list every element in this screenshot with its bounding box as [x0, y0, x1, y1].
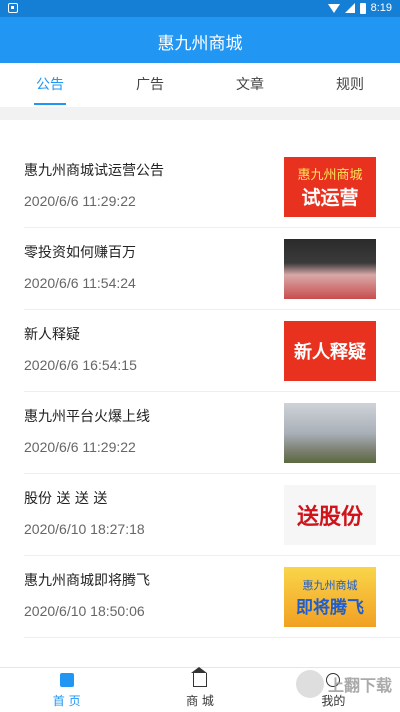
item-thumbnail: [284, 403, 376, 463]
list-item[interactable]: 零投资如何赚百万 2020/6/6 11:54:24: [24, 228, 400, 310]
item-time: 2020/6/6 11:29:22: [24, 193, 136, 209]
battery-icon: [359, 2, 366, 14]
app-header: 惠九州商城: [0, 17, 400, 63]
status-icons: 8:19: [327, 2, 392, 14]
nav-home-label: 首 页: [52, 694, 81, 708]
thumb-text-line2: 试运营: [301, 187, 359, 209]
tab-ads[interactable]: 广告: [100, 63, 200, 107]
tab-bar: 公告 广告 文章 规则: [0, 63, 400, 107]
watermark-logo-icon: [295, 670, 324, 698]
nav-shop-label: 商 城: [186, 694, 214, 708]
item-thumbnail: 送股份: [284, 485, 376, 545]
item-time: 2020/6/10 18:50:06: [24, 603, 145, 619]
list-item[interactable]: 新人释疑 2020/6/6 16:54:15 新人释疑: [24, 310, 400, 392]
item-title: 零投资如何赚百万: [24, 245, 136, 261]
item-title: 惠九州平台火爆上线: [24, 409, 150, 425]
status-bar: 8:19: [0, 0, 400, 17]
list-item[interactable]: 惠九州商城试运营公告 2020/6/6 11:29:22 惠九州商城 试运营: [24, 146, 400, 228]
tab-rules[interactable]: 规则: [300, 63, 400, 107]
item-time: 2020/6/6 11:29:22: [24, 439, 136, 455]
home-icon: [59, 673, 74, 687]
watermark: 上翻下载: [295, 670, 392, 698]
item-title: 惠九州商城即将腾飞: [24, 573, 150, 589]
section-divider: [0, 107, 400, 120]
item-thumbnail: [284, 239, 376, 299]
wifi-icon: [327, 3, 340, 13]
nav-shop[interactable]: 商 城: [133, 667, 266, 712]
item-thumbnail: 新人释疑: [284, 321, 376, 381]
list-item[interactable]: 惠九州平台火爆上线 2020/6/6 11:29:22: [24, 392, 400, 474]
signal-icon: [344, 3, 355, 13]
item-title: 股份 送 送 送: [24, 491, 108, 507]
thumb-text-line1: 惠九州商城: [302, 578, 358, 592]
item-title: 惠九州商城试运营公告: [24, 163, 164, 179]
item-time: 2020/6/6 11:54:24: [24, 275, 136, 291]
list-item[interactable]: 惠九州商城即将腾飞 2020/6/10 18:50:06 惠九州商城 即将腾飞: [24, 556, 400, 638]
thumb-text-line1: 惠九州商城: [297, 168, 363, 183]
item-time: 2020/6/10 18:27:18: [24, 521, 145, 537]
tab-articles[interactable]: 文章: [200, 63, 300, 107]
thumb-text-line1: 新人释疑: [294, 342, 366, 363]
list-item[interactable]: 股份 送 送 送 2020/6/10 18:27:18 送股份: [24, 474, 400, 556]
item-thumbnail: 惠九州商城 试运营: [284, 157, 376, 217]
item-time: 2020/6/6 16:54:15: [24, 357, 137, 373]
tab-announcements[interactable]: 公告: [0, 63, 100, 107]
notification-icon: [8, 3, 18, 13]
item-thumbnail: 惠九州商城 即将腾飞: [284, 567, 376, 627]
thumb-text-line2: 即将腾飞: [296, 597, 364, 618]
page-title: 惠九州商城: [157, 34, 243, 54]
shop-icon: [190, 667, 207, 687]
nav-home[interactable]: 首 页: [0, 668, 133, 712]
watermark-text: 上翻下载: [327, 676, 392, 695]
status-time: 8:19: [370, 2, 392, 14]
article-list: 惠九州商城试运营公告 2020/6/6 11:29:22 惠九州商城 试运营 零…: [0, 120, 400, 638]
item-title: 新人释疑: [24, 327, 80, 343]
thumb-text-line1: 送股份: [296, 504, 363, 530]
